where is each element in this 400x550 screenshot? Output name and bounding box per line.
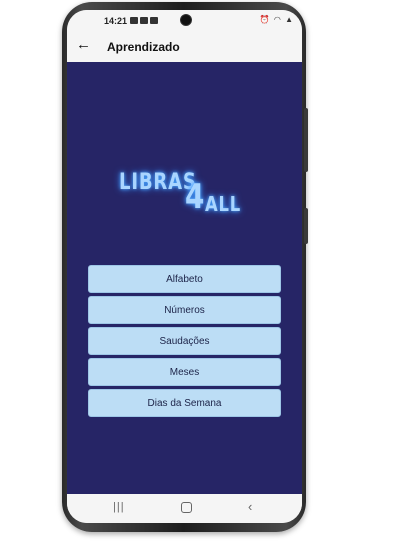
dias-da-semana-button[interactable]: Dias da Semana bbox=[88, 389, 281, 417]
notification-icons bbox=[130, 17, 158, 24]
system-nav-bar: ||| ‹ bbox=[67, 494, 302, 523]
libras4all-logo: LIBRAS 4 ALL bbox=[119, 164, 249, 220]
home-icon[interactable] bbox=[181, 502, 192, 513]
wifi-icon: ◠ bbox=[273, 15, 282, 24]
signal-icon: ▲ bbox=[285, 15, 294, 24]
notification-icon bbox=[150, 17, 158, 24]
recents-icon[interactable]: ||| bbox=[113, 501, 125, 513]
meses-button[interactable]: Meses bbox=[88, 358, 281, 386]
alarm-icon: ⏰ bbox=[259, 15, 271, 24]
app-bar: ← Aprendizado bbox=[67, 32, 302, 62]
saudacoes-button[interactable]: Saudações bbox=[88, 327, 281, 355]
power-button bbox=[304, 108, 308, 172]
logo-text-four: 4 bbox=[185, 177, 205, 217]
front-camera bbox=[180, 14, 192, 26]
main-content: LIBRAS 4 ALL Alfabeto Números Saudações … bbox=[67, 62, 302, 494]
system-icons: ⏰ ◠ ▲ bbox=[260, 15, 294, 24]
status-time: 14:21 bbox=[104, 16, 128, 26]
alfabeto-button[interactable]: Alfabeto bbox=[88, 265, 281, 293]
volume-button bbox=[304, 208, 308, 244]
arrow-left-icon[interactable]: ← bbox=[76, 37, 91, 53]
learning-menu: Alfabeto Números Saudações Meses Dias da… bbox=[88, 265, 281, 420]
phone-screen: 14:21 ⏰ ◠ ▲ ← Aprendizado LIBRAS 4 ALL A… bbox=[67, 10, 302, 523]
numeros-button[interactable]: Números bbox=[88, 296, 281, 324]
logo-text-all: ALL bbox=[205, 192, 242, 216]
notification-icon bbox=[140, 17, 148, 24]
page-title: Aprendizado bbox=[107, 40, 180, 54]
status-bar: 14:21 ⏰ ◠ ▲ bbox=[67, 10, 302, 32]
back-icon[interactable]: ‹ bbox=[248, 499, 252, 514]
notification-icon bbox=[130, 17, 138, 24]
